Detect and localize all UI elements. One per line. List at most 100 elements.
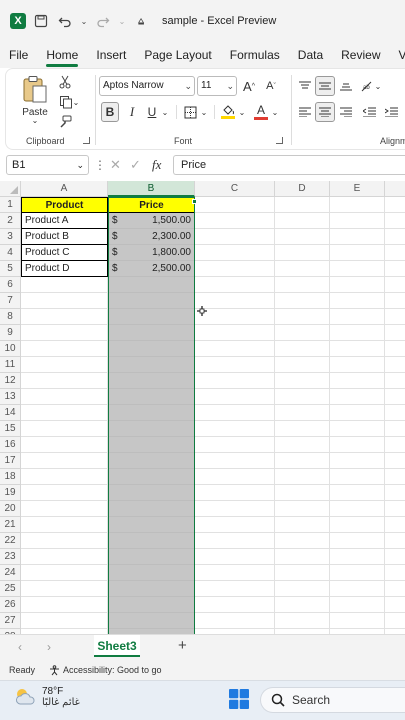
select-all-corner[interactable] <box>0 181 21 197</box>
cell-e7[interactable] <box>330 293 385 309</box>
cell-b13[interactable] <box>108 389 195 405</box>
row-header-18[interactable]: 18 <box>0 469 21 485</box>
cell-a18[interactable] <box>21 469 108 485</box>
cell-d24[interactable] <box>275 565 330 581</box>
cell-d11[interactable] <box>275 357 330 373</box>
cell-e3[interactable] <box>330 229 385 245</box>
cell-e14[interactable] <box>330 405 385 421</box>
cell-c1[interactable] <box>195 197 275 213</box>
save-icon[interactable] <box>32 12 50 30</box>
cell-e19[interactable] <box>330 485 385 501</box>
cell-b9[interactable] <box>108 325 195 341</box>
cell-a5[interactable]: Product D <box>21 261 108 277</box>
format-painter-button[interactable] <box>56 113 74 131</box>
cell-a1[interactable]: Product <box>21 197 108 213</box>
cell-d14[interactable] <box>275 405 330 421</box>
cell-f27[interactable] <box>385 613 405 629</box>
tab-data[interactable]: Data <box>289 42 332 68</box>
cell-f2[interactable] <box>385 213 405 229</box>
align-bottom-button[interactable] <box>337 77 355 95</box>
cell-c20[interactable] <box>195 501 275 517</box>
cell-a6[interactable] <box>21 277 108 293</box>
cell-d25[interactable] <box>275 581 330 597</box>
row-header-7[interactable]: 7 <box>0 293 21 309</box>
cell-b7[interactable] <box>108 293 195 309</box>
fill-color-button[interactable] <box>218 102 238 122</box>
column-header-b[interactable]: B <box>108 181 195 197</box>
cell-c9[interactable] <box>195 325 275 341</box>
weather-widget[interactable]: 78°F غائم غالبًا <box>14 686 80 708</box>
chevron-down-icon[interactable]: ⌄ <box>80 12 88 30</box>
cell-f5[interactable] <box>385 261 405 277</box>
cell-e1[interactable] <box>330 197 385 213</box>
undo-icon[interactable] <box>56 12 74 30</box>
row-header-27[interactable]: 27 <box>0 613 21 629</box>
font-size-select[interactable]: 11 ⌄ <box>197 76 237 96</box>
cell-c14[interactable] <box>195 405 275 421</box>
cell-a24[interactable] <box>21 565 108 581</box>
cell-d19[interactable] <box>275 485 330 501</box>
row-header-19[interactable]: 19 <box>0 485 21 501</box>
cell-d23[interactable] <box>275 549 330 565</box>
row-header-26[interactable]: 26 <box>0 597 21 613</box>
align-right-button[interactable] <box>337 103 355 121</box>
cell-c6[interactable] <box>195 277 275 293</box>
row-header-3[interactable]: 3 <box>0 229 21 245</box>
cell-f22[interactable] <box>385 533 405 549</box>
row-header-4[interactable]: 4 <box>0 245 21 261</box>
cell-a15[interactable] <box>21 421 108 437</box>
cell-c11[interactable] <box>195 357 275 373</box>
italic-button[interactable]: I <box>123 102 141 122</box>
clipboard-dialog-launcher-icon[interactable] <box>83 137 90 144</box>
column-header-c[interactable]: C <box>195 181 275 197</box>
decrease-indent-button[interactable] <box>360 103 378 121</box>
cell-a4[interactable]: Product C <box>21 245 108 261</box>
cell-f25[interactable] <box>385 581 405 597</box>
cell-b24[interactable] <box>108 565 195 581</box>
row-header-20[interactable]: 20 <box>0 501 21 517</box>
row-header-11[interactable]: 11 <box>0 357 21 373</box>
cell-f15[interactable] <box>385 421 405 437</box>
paste-button[interactable]: Paste ⌄ <box>18 73 52 125</box>
row-header-16[interactable]: 16 <box>0 437 21 453</box>
cell-b11[interactable] <box>108 357 195 373</box>
cell-d4[interactable] <box>275 245 330 261</box>
formula-input[interactable]: Price <box>173 155 405 175</box>
cell-d7[interactable] <box>275 293 330 309</box>
cell-d2[interactable] <box>275 213 330 229</box>
orientation-button[interactable]: ab ⌄ <box>360 77 382 95</box>
cell-e13[interactable] <box>330 389 385 405</box>
chevron-down-icon[interactable]: ⌄ <box>160 102 170 122</box>
cell-a3[interactable]: Product B <box>21 229 108 245</box>
cell-e16[interactable] <box>330 437 385 453</box>
cell-b23[interactable] <box>108 549 195 565</box>
cell-b16[interactable] <box>108 437 195 453</box>
cell-e11[interactable] <box>330 357 385 373</box>
cell-e18[interactable] <box>330 469 385 485</box>
cell-c17[interactable] <box>195 453 275 469</box>
cell-a13[interactable] <box>21 389 108 405</box>
add-sheet-icon[interactable]: + <box>178 637 187 654</box>
cell-b22[interactable] <box>108 533 195 549</box>
scroll-left-icon[interactable]: ‹ <box>18 640 22 654</box>
align-top-button[interactable] <box>296 77 314 95</box>
cell-a22[interactable] <box>21 533 108 549</box>
row-header-6[interactable]: 6 <box>0 277 21 293</box>
cell-f13[interactable] <box>385 389 405 405</box>
cell-d1[interactable] <box>275 197 330 213</box>
cell-d22[interactable] <box>275 533 330 549</box>
cell-d17[interactable] <box>275 453 330 469</box>
chevron-down-icon[interactable]: ⌄ <box>32 116 39 124</box>
cell-a27[interactable] <box>21 613 108 629</box>
borders-button[interactable] <box>181 102 199 122</box>
tab-page-layout[interactable]: Page Layout <box>135 42 220 68</box>
cell-d12[interactable] <box>275 373 330 389</box>
cell-b20[interactable] <box>108 501 195 517</box>
cell-b27[interactable] <box>108 613 195 629</box>
cell-b17[interactable] <box>108 453 195 469</box>
cell-e2[interactable] <box>330 213 385 229</box>
font-name-select[interactable]: Aptos Narrow ⌄ <box>99 76 195 96</box>
cell-c18[interactable] <box>195 469 275 485</box>
cell-d16[interactable] <box>275 437 330 453</box>
cell-e17[interactable] <box>330 453 385 469</box>
